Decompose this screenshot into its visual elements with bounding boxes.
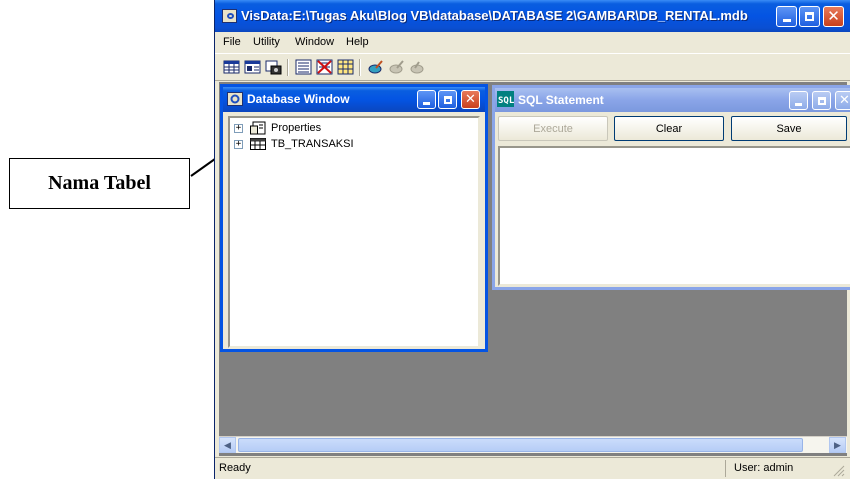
no-data-control-icon[interactable] [316,59,333,75]
status-text: Ready [219,462,251,474]
data-control-icon[interactable] [295,59,312,75]
title-bar[interactable]: VisData:E:\Tugas Aku\Blog VB\database\DA… [215,0,850,32]
tree-item-label: Properties [271,122,322,134]
status-bar: Ready User: admin [215,457,850,479]
sql-statement-window: SQL SQL Statement ✕ Execute Clear Save [492,85,850,290]
rollback-transaction-icon [410,61,424,74]
annotation-callout: Nama Tabel [9,158,190,209]
toolbar [215,53,850,81]
tree-item-label: TB_TRANSAKSI [271,138,354,150]
expand-icon[interactable]: + [234,124,243,133]
database-window-minimize-button[interactable] [417,90,436,109]
grid-control-icon[interactable] [337,59,354,75]
database-window-icon [227,92,243,106]
execute-button[interactable]: Execute [498,116,608,141]
maximize-icon [443,95,452,104]
scroll-right-button[interactable]: ▶ [829,437,846,453]
table-icon [250,138,266,150]
database-window-title: Database Window [247,92,350,106]
toolbar-separator [287,59,289,76]
sql-icon: SQL [497,91,514,107]
expand-icon[interactable]: + [234,140,243,149]
database-window-title-bar[interactable]: Database Window ✕ [223,87,485,112]
database-window: Database Window ✕ + Properties + TB_TRAN… [220,84,488,352]
table-type-icon[interactable] [223,59,240,75]
visdata-window: VisData:E:\Tugas Aku\Blog VB\database\DA… [214,0,850,479]
menu-utility[interactable]: Utility [253,32,280,52]
status-user: User: admin [725,460,821,477]
clear-button[interactable]: Clear [614,116,724,141]
annotation-label: Nama Tabel [48,172,151,194]
minimize-button[interactable] [776,6,797,27]
sql-text-area[interactable] [498,146,850,286]
execute-label: Execute [533,122,573,135]
properties-icon [250,121,266,135]
begin-transaction-icon[interactable] [367,59,384,75]
menu-help[interactable]: Help [346,32,369,52]
save-label: Save [776,122,802,135]
database-tree[interactable]: + Properties + TB_TRANSAKSI [228,116,480,348]
scroll-left-button[interactable]: ◀ [219,437,236,453]
window-title: VisData:E:\Tugas Aku\Blog VB\database\DA… [241,8,748,23]
resize-grip-icon[interactable] [831,463,845,477]
chevron-right-icon: ▶ [834,439,841,450]
database-window-close-button[interactable]: ✕ [461,90,480,109]
close-button[interactable]: ✕ [823,6,844,27]
maximize-icon [805,12,814,21]
database-window-maximize-button[interactable] [438,90,457,109]
sql-window-close-button[interactable]: ✕ [835,91,850,110]
sql-window-minimize-button[interactable] [789,91,808,110]
minimize-icon [423,101,430,105]
toolbar-separator [359,59,361,76]
scroll-thumb[interactable] [238,438,803,452]
minimize-icon [782,19,791,22]
menu-window[interactable]: Window [295,32,334,52]
commit-transaction-icon [389,60,404,74]
menu-file[interactable]: File [223,32,241,52]
menu-bar: File Utility Window Help [215,32,850,52]
svg-text:SQL: SQL [498,96,514,106]
dynaset-type-icon[interactable] [244,59,261,75]
close-icon: ✕ [465,92,476,107]
sql-window-maximize-button[interactable] [812,91,831,110]
save-button[interactable]: Save [731,116,847,141]
close-icon: ✕ [827,7,840,25]
sql-window-title: SQL Statement [518,93,604,107]
snapshot-type-icon[interactable] [265,59,282,75]
mdi-horizontal-scrollbar[interactable]: ◀ ▶ [219,436,847,453]
close-icon: ✕ [839,93,850,108]
chevron-left-icon: ◀ [224,439,231,450]
maximize-button[interactable] [799,6,820,27]
visdata-app-icon [222,9,237,23]
minimize-icon [795,102,802,106]
sql-window-title-bar[interactable]: SQL SQL Statement ✕ [495,88,850,112]
maximize-icon [817,96,826,105]
clear-label: Clear [655,122,683,135]
